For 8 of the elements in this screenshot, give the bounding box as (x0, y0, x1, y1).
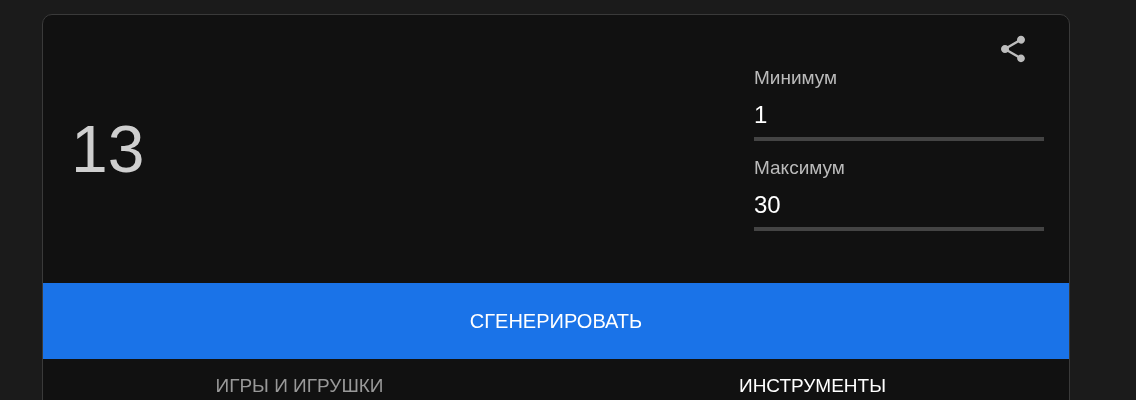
field-label: Максимум (754, 157, 846, 179)
result-number: 13 (71, 111, 146, 187)
generate-button[interactable]: СГЕНЕРИРОВАТЬ (43, 283, 1069, 359)
field-label: Минимум (754, 67, 839, 89)
category-tab[interactable]: ИГРЫ И ИГРУШКИ (43, 376, 556, 396)
input-field[interactable]: 1 (754, 97, 1044, 141)
input-field[interactable]: 30 (754, 187, 1044, 231)
category-tab[interactable]: ИНСТРУМЕНТЫ (556, 376, 1069, 396)
